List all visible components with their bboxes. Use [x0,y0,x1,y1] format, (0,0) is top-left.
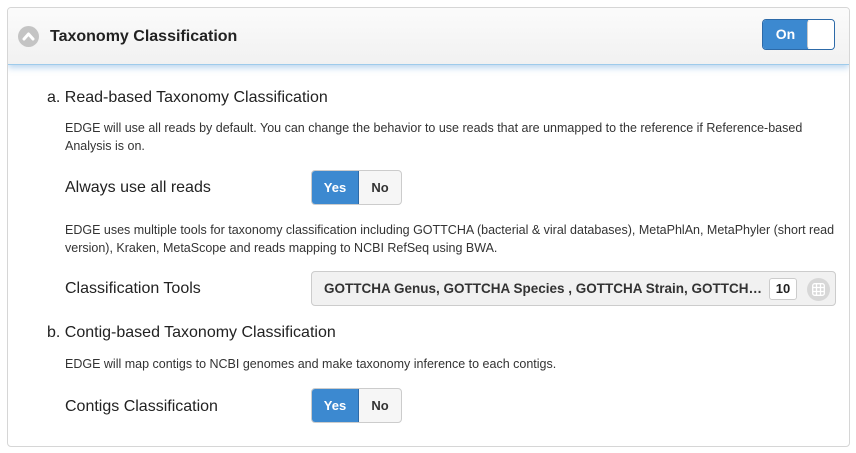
grid-icon[interactable] [807,278,830,301]
contigs-classification-label: Contigs Classification [65,398,218,415]
toggle-knob[interactable] [807,20,834,49]
always-use-reads-yes-button[interactable]: Yes [312,171,359,204]
tools-description: EDGE uses multiple tools for taxonomy cl… [65,223,835,255]
read-based-section-title: a. Read-based Taxonomy Classification [47,89,328,106]
panel-header[interactable]: Taxonomy Classification On [8,8,849,65]
read-based-description: EDGE will use all reads by default. You … [65,121,803,153]
classification-tools-count: 10 [769,278,797,300]
always-use-reads-label: Always use all reads [65,179,211,196]
contigs-classification-yes-button[interactable]: Yes [312,389,359,422]
contigs-classification-toggle: Yes No [311,388,402,423]
contig-based-description: EDGE will map contigs to NCBI genomes an… [65,357,557,371]
taxonomy-panel: Taxonomy Classification On a. Read-based… [7,7,850,447]
toggle-on-label: On [763,20,808,49]
chevron-up-icon[interactable] [18,26,39,47]
always-use-reads-no-button[interactable]: No [359,171,401,204]
contigs-classification-no-button[interactable]: No [359,389,401,422]
classification-tools-select[interactable]: GOTTCHA Genus, GOTTCHA Species , GOTTCHA… [311,271,836,306]
classification-tools-selected: GOTTCHA Genus, GOTTCHA Species , GOTTCHA… [324,281,768,296]
classification-tools-label: Classification Tools [65,280,201,297]
taxonomy-toggle[interactable]: On [762,19,835,50]
always-use-reads-toggle: Yes No [311,170,402,205]
contig-based-section-title: b. Contig-based Taxonomy Classification [47,324,336,341]
panel-title: Taxonomy Classification [50,28,238,45]
